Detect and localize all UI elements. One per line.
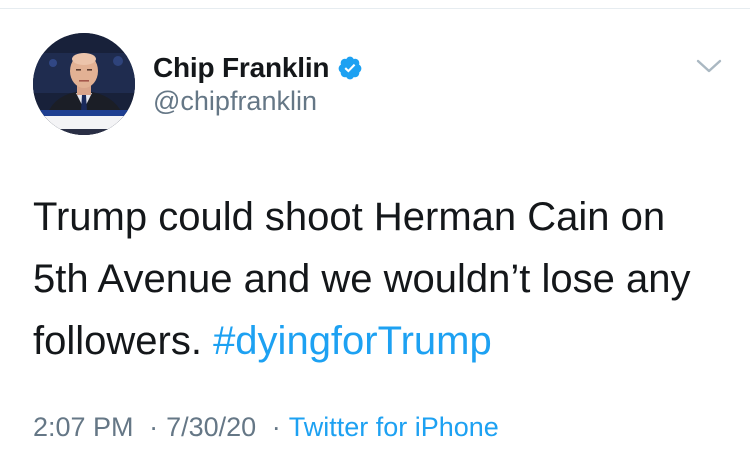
avatar[interactable] bbox=[33, 33, 135, 135]
tweet-date[interactable]: 7/30/20 bbox=[166, 412, 256, 442]
meta-separator: · bbox=[271, 412, 281, 442]
author-handle[interactable]: @chipfranklin bbox=[153, 86, 317, 117]
verified-badge-icon bbox=[337, 55, 363, 81]
tweet-source-link[interactable]: Twitter for iPhone bbox=[289, 412, 499, 442]
tweet[interactable]: Chip Franklin @chipfranklin Trump could … bbox=[0, 0, 750, 473]
author-name-row[interactable]: Chip Franklin bbox=[153, 50, 363, 86]
avatar-image bbox=[33, 33, 135, 135]
tweet-text: Trump could shoot Herman Cain on 5th Ave… bbox=[33, 186, 723, 372]
display-name[interactable]: Chip Franklin bbox=[153, 52, 329, 84]
chevron-down-icon[interactable] bbox=[694, 56, 724, 76]
tweet-time[interactable]: 2:07 PM bbox=[33, 412, 134, 442]
hashtag-link[interactable]: #dyingforTrump bbox=[213, 319, 492, 363]
tweet-meta: 2:07 PM · 7/30/20 · Twitter for iPhone bbox=[33, 412, 499, 443]
meta-separator: · bbox=[149, 412, 159, 442]
